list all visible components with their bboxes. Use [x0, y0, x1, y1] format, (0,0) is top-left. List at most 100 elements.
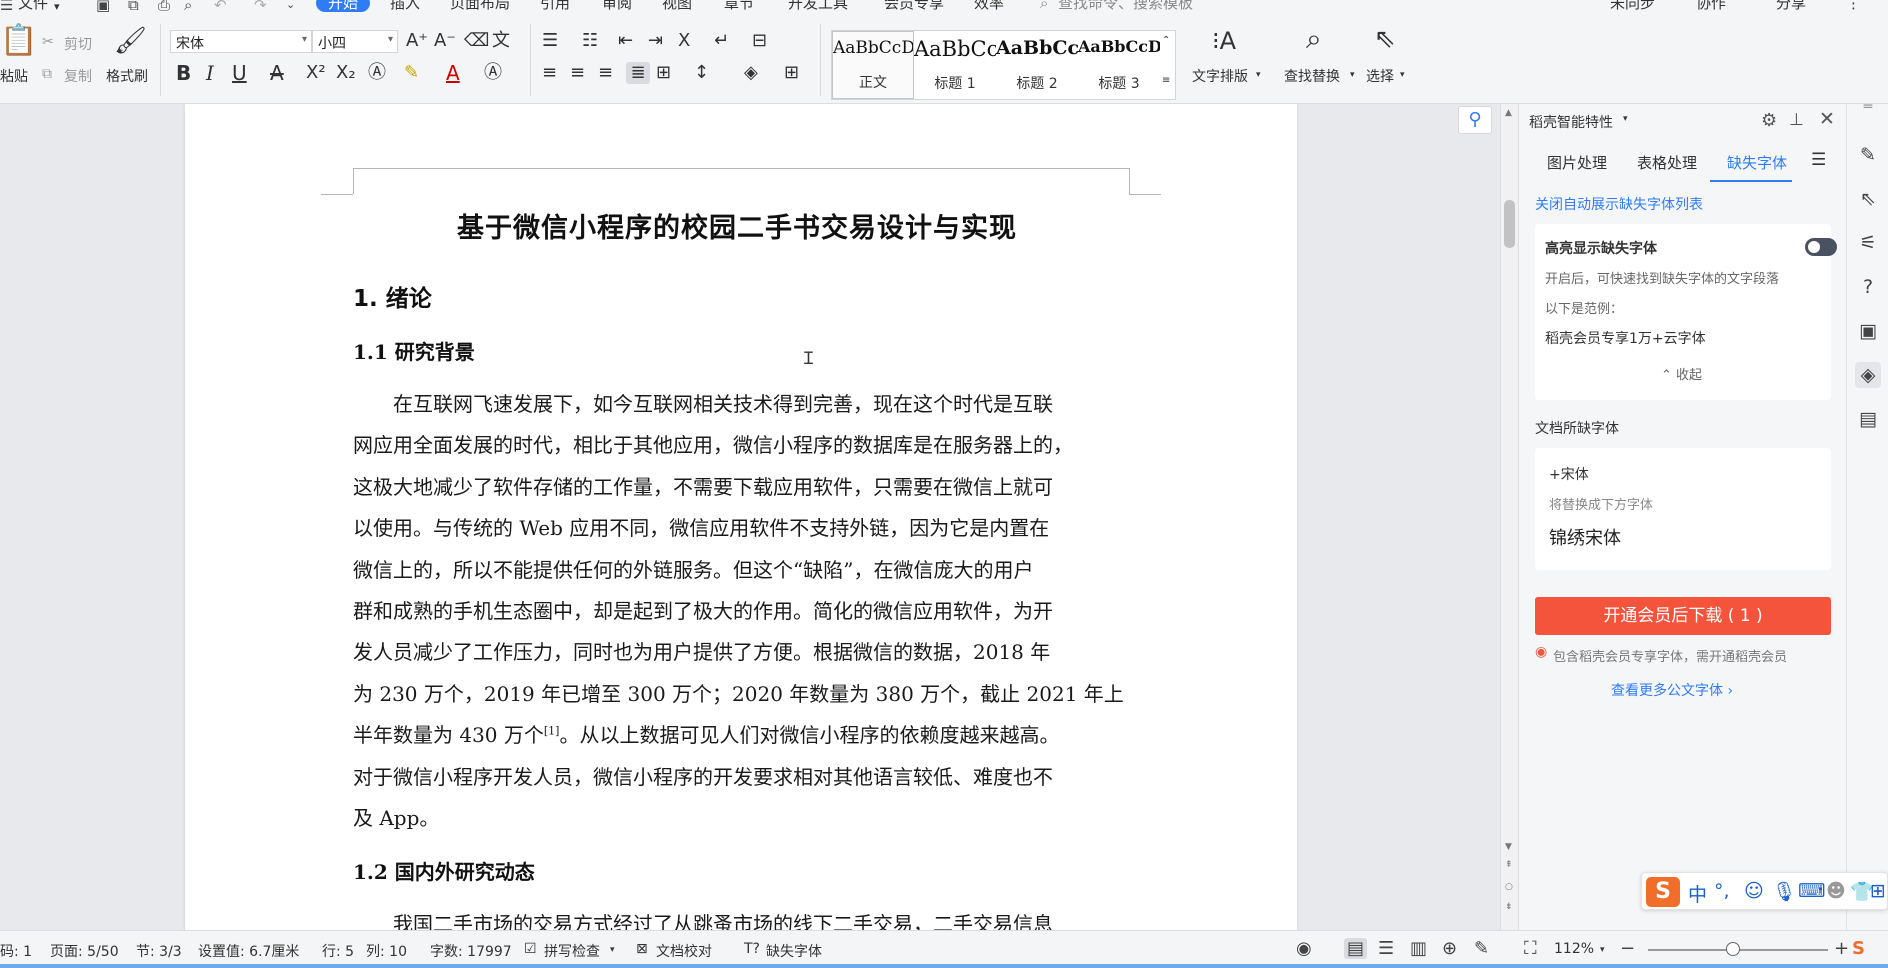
superscript-icon[interactable]: X² [306, 62, 326, 84]
fit-window-icon[interactable]: ⛶ [1524, 938, 1537, 959]
scroll-down-icon[interactable]: ▼ [1505, 842, 1512, 852]
page-code[interactable]: 码: 1 [0, 941, 32, 961]
prev-page-icon[interactable]: ⇞ [1505, 860, 1513, 870]
tab-image-processing[interactable]: 图片处理 [1547, 152, 1607, 173]
menu-file[interactable]: 文件 [18, 0, 48, 12]
proofread-icon[interactable]: ⊠ [636, 941, 648, 957]
style-heading-1[interactable]: AaBbCc 标题 1 [914, 31, 996, 99]
copy-icon[interactable]: ⧉ [42, 66, 52, 82]
select-browse-icon[interactable]: ○ [1505, 882, 1513, 892]
find-replace-icon[interactable]: ⌕ [1306, 25, 1322, 53]
scroll-up-icon[interactable]: ▲ [1505, 108, 1512, 118]
tab-missing-fonts[interactable]: 缺失字体 [1727, 152, 1787, 173]
char-border-icon[interactable]: Ⓐ [484, 62, 502, 84]
show-marks-icon[interactable]: ↵ [714, 30, 729, 52]
proofread-button[interactable]: 文档校对 [656, 941, 712, 961]
book-icon[interactable]: ▤ [1855, 406, 1881, 432]
tab-insert[interactable]: 插入 [390, 0, 420, 12]
find-replace-button[interactable]: 查找替换 [1284, 66, 1340, 86]
gallery-up-icon[interactable]: ⌃ [1162, 35, 1170, 46]
help-icon[interactable]: ? [1855, 274, 1881, 300]
paste-button[interactable]: 粘贴 [0, 66, 28, 86]
text-layout-button[interactable]: 文字排版 [1192, 66, 1248, 86]
tab-table-processing[interactable]: 表格处理 [1637, 152, 1697, 173]
highlight-toggle[interactable] [1805, 238, 1837, 256]
column-number[interactable]: 列: 10 [366, 941, 407, 961]
cut-button[interactable]: 剪切 [64, 34, 92, 54]
paste-icon[interactable]: 📋 [0, 26, 37, 56]
user-icon[interactable]: ☻ [1826, 880, 1846, 902]
close-icon[interactable]: ✕ [1819, 108, 1835, 130]
chevron-down-icon[interactable]: ▾ [1623, 114, 1628, 124]
bullets-icon[interactable]: ☰ [542, 30, 558, 52]
preview-icon[interactable]: ⌕ [184, 0, 192, 14]
tab-stops-icon[interactable]: ⊟ [752, 30, 767, 52]
close-auto-show-link[interactable]: 关闭自动展示缺失字体列表 [1535, 194, 1703, 214]
undo-icon[interactable]: ↶ [214, 0, 227, 14]
pin-icon[interactable]: ⊥ [1789, 110, 1804, 130]
spell-check-button[interactable]: 拼写检查 [544, 941, 600, 961]
tab-member[interactable]: 会员专享 [884, 0, 944, 12]
bold-icon[interactable]: B [176, 62, 191, 84]
outdent-icon[interactable]: ⇤ [618, 30, 633, 52]
write-view-icon[interactable]: ✎ [1474, 938, 1489, 959]
align-center-icon[interactable]: ≡ [570, 62, 585, 84]
menu-icon[interactable]: ☰ [1811, 150, 1826, 170]
sync-status[interactable]: 未同步 [1610, 0, 1655, 12]
more-fonts-link[interactable]: 查看更多公文字体 › [1611, 680, 1733, 700]
search-icon[interactable]: ⌕ [1040, 0, 1048, 12]
tab-efficiency[interactable]: 效率 [974, 0, 1004, 12]
zoom-level[interactable]: 112% [1554, 941, 1594, 957]
sogou-logo-icon[interactable]: S [1646, 877, 1680, 907]
location-pin-icon[interactable]: ⚲ [1458, 106, 1492, 134]
subscript-icon[interactable]: X₂ [336, 62, 356, 84]
chevron-down-icon[interactable]: ▾ [610, 945, 615, 955]
toolbox-icon[interactable]: ⊞ [1870, 880, 1886, 902]
panel-title[interactable]: 稻壳智能特性 [1529, 112, 1613, 132]
outline-view-icon[interactable]: ☰ [1378, 938, 1394, 959]
tab-developer[interactable]: 开发工具 [788, 0, 848, 12]
borders-icon[interactable]: ⊞ [784, 62, 799, 84]
line-spacing-icon[interactable]: ↕ [694, 62, 709, 84]
zoom-in-icon[interactable]: + [1834, 938, 1849, 959]
web-view-icon[interactable]: ⊕ [1442, 938, 1457, 959]
tab-review[interactable]: 审阅 [602, 0, 632, 12]
gallery-more-icon[interactable]: ≡ [1162, 75, 1170, 86]
tab-home[interactable]: 开始 [316, 0, 371, 12]
microphone-icon[interactable]: 🎙 [1772, 880, 1796, 903]
italic-icon[interactable]: I [206, 62, 214, 84]
smart-feature-icon[interactable]: ◈ [1855, 362, 1881, 388]
text-effect-icon[interactable]: Ⓐ [368, 62, 386, 84]
font-missing-icon[interactable]: T? [744, 941, 760, 957]
style-normal[interactable]: AaBbCcDd 正文 [832, 31, 914, 99]
font-name-select[interactable]: 宋体 ▾ [170, 30, 312, 53]
checkbox-icon[interactable]: ☑ [524, 941, 537, 957]
vertical-scrollbar[interactable]: ▲ ▼ ⇞ ○ ⇟ [1500, 104, 1518, 930]
format-painter-icon[interactable]: 🖌 [114, 28, 147, 54]
select-button[interactable]: 选择 [1366, 66, 1394, 86]
strikethrough-icon[interactable]: A [270, 62, 284, 84]
grow-font-icon[interactable]: A⁺ [406, 30, 428, 52]
punctuation-icon[interactable]: °, [1714, 880, 1730, 902]
hamburger-icon[interactable]: ☰ [0, 0, 13, 14]
underline-icon[interactable]: U [232, 62, 247, 84]
pen-icon[interactable]: ✎ [1855, 142, 1881, 168]
style-heading-3[interactable]: AaBbCcDd 标题 3 [1078, 31, 1160, 99]
word-count[interactable]: 字数: 17997 [430, 941, 512, 961]
highlight-icon[interactable]: ✎ [404, 62, 419, 84]
cursor-icon[interactable]: ⇖ [1855, 186, 1881, 212]
keyboard-icon[interactable]: ⌨ [1798, 880, 1825, 902]
reading-view-icon[interactable]: ▥ [1410, 938, 1427, 959]
align-left-icon[interactable]: ≡ [542, 62, 557, 84]
copy-button[interactable]: 复制 [64, 66, 92, 86]
scrollbar-thumb[interactable] [1504, 200, 1515, 248]
phonetic-icon[interactable]: 文 [492, 30, 510, 52]
ime-mode[interactable]: 中 [1688, 880, 1707, 907]
text-layout-icon[interactable]: ⁝A [1212, 29, 1236, 53]
shading-icon[interactable]: ◈ [744, 62, 758, 84]
redo-icon[interactable]: ↷ [254, 0, 267, 14]
adjust-icon[interactable]: ⚟ [1855, 230, 1881, 256]
document-page[interactable]: 基于微信小程序的校园二手书交易设计与实现 1. 绪论 1.1 研究背景 在互联网… [185, 104, 1297, 930]
image-icon[interactable]: ▣ [1855, 318, 1881, 344]
citation-reference[interactable]: [1] [544, 724, 560, 737]
